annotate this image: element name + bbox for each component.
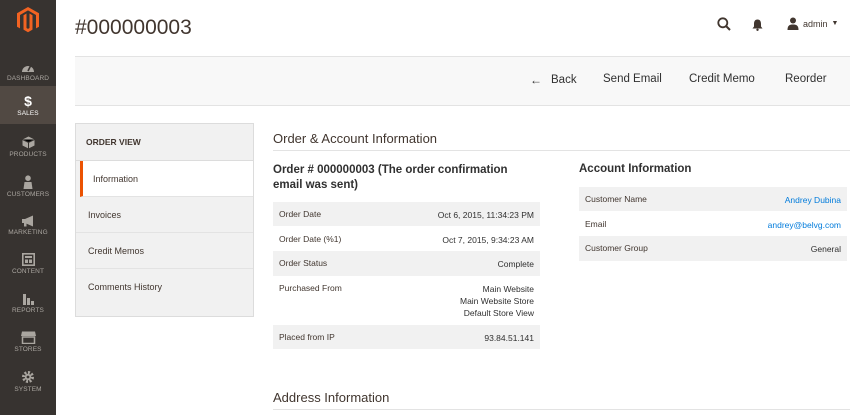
layout-icon — [21, 253, 35, 266]
account-row-email: Email andrey@belvg.com — [579, 212, 847, 236]
nav-label: STORES — [14, 346, 42, 353]
nav-label: REPORTS — [11, 307, 44, 314]
nav-reports[interactable]: REPORTS — [0, 284, 56, 322]
row-value: Main Website Main Website Store Default … — [460, 283, 534, 319]
account-row-customer-group: Customer Group General — [579, 236, 847, 261]
row-value: Complete — [497, 259, 534, 269]
send-email-button[interactable]: Send Email — [603, 73, 662, 85]
credit-memo-button[interactable]: Credit Memo — [689, 73, 755, 85]
row-label: Customer Group — [585, 243, 648, 253]
row-label: Order Status — [279, 258, 328, 268]
nav-marketing[interactable]: MARKETING — [0, 206, 56, 244]
order-title: Order # 000000003 (The order confirmatio… — [273, 164, 508, 191]
section-divider — [273, 409, 850, 410]
order-row-purchased-from: Purchased From Main Website Main Website… — [273, 276, 540, 324]
cube-icon — [21, 136, 35, 149]
tab-information[interactable]: Information — [80, 161, 253, 197]
row-label: Placed from IP — [279, 332, 335, 342]
bar-chart-icon — [22, 294, 34, 305]
order-row-order-status: Order Status Complete — [273, 251, 540, 276]
megaphone-icon — [21, 215, 33, 226]
nav-content[interactable]: CONTENT — [0, 245, 56, 283]
row-value: Oct 7, 2015, 9:34:23 AM — [442, 235, 534, 245]
nav-system[interactable]: SYSTEM — [0, 362, 56, 400]
account-row-customer-name: Customer Name Andrey Dubina — [579, 187, 847, 211]
order-row-order-date: Order Date Oct 6, 2015, 11:34:23 PM — [273, 202, 540, 226]
row-value: 93.84.51.141 — [484, 333, 534, 343]
nav-label: SYSTEM — [14, 385, 42, 393]
section-title-order-account: Order & Account Information — [273, 131, 438, 146]
row-label: Order Date (%1) — [279, 234, 342, 244]
row-label: Purchased From — [279, 283, 342, 293]
account-info-title: Account Information — [579, 163, 692, 175]
notifications-button[interactable] — [752, 18, 763, 36]
chevron-down-icon: ▼ — [831, 20, 839, 27]
customer-email-link[interactable]: andrey@belvg.com — [768, 219, 841, 231]
nav-label: PRODUCTS — [9, 151, 47, 158]
row-value: Oct 6, 2015, 11:34:23 PM — [437, 210, 534, 220]
global-search-button[interactable] — [717, 17, 731, 36]
order-row-placed-from-ip: Placed from IP 93.84.51.141 — [273, 325, 540, 349]
order-view-tabs: ORDER VIEW Information Invoices Credit M… — [75, 123, 254, 317]
magento-logo[interactable] — [0, 0, 56, 40]
person-icon — [23, 174, 33, 189]
arrow-left-icon: ← — [530, 73, 542, 87]
back-button-label: Back — [551, 74, 577, 86]
magento-logo-icon — [17, 7, 39, 33]
tab-comments-history[interactable]: Comments History — [76, 269, 253, 305]
purchased-from-line: Default Store View — [463, 308, 534, 318]
nav-label: CUSTOMERS — [6, 190, 50, 198]
admin-sidebar: DASHBOARD $ SALES PRODUCTS CUSTOMERS MAR… — [0, 0, 56, 415]
dollar-icon: $ — [24, 92, 32, 109]
row-label: Order Date — [279, 209, 322, 219]
nav-stores[interactable]: STORES — [0, 323, 56, 361]
dashboard-icon — [22, 64, 34, 72]
nav-label: MARKETING — [8, 228, 48, 236]
section-divider — [273, 150, 850, 151]
section-title-address: Address Information — [273, 390, 390, 405]
nav-customers[interactable]: CUSTOMERS — [0, 167, 56, 205]
nav-label: CONTENT — [11, 268, 45, 275]
user-icon — [787, 17, 799, 30]
nav-products[interactable]: PRODUCTS — [0, 128, 56, 166]
bell-icon — [752, 19, 763, 31]
row-label: Customer Name — [585, 194, 647, 204]
gear-icon — [22, 370, 34, 383]
back-button[interactable]: ← Back — [530, 73, 577, 87]
nav-label: DASHBOARD — [6, 74, 50, 82]
page-actions-bar: ← Back Send Email Credit Memo Reorder — [75, 56, 850, 106]
tab-credit-memos[interactable]: Credit Memos — [76, 233, 253, 269]
store-icon — [20, 331, 36, 344]
customer-name-link[interactable]: Andrey Dubina — [785, 194, 841, 206]
page-title: #000000003 — [75, 16, 192, 39]
tabs-heading: ORDER VIEW — [76, 124, 253, 161]
order-row-order-date-local: Order Date (%1) Oct 7, 2015, 9:34:23 AM — [273, 227, 540, 251]
nav-dashboard[interactable]: DASHBOARD — [0, 52, 56, 90]
row-value: General — [810, 244, 841, 254]
purchased-from-line: Main Website Store — [459, 296, 534, 306]
purchased-from-line: Main Website — [482, 284, 534, 294]
tab-invoices[interactable]: Invoices — [76, 197, 253, 233]
nav-sales[interactable]: $ SALES — [0, 86, 56, 124]
admin-username: admin — [803, 18, 828, 29]
admin-user-menu[interactable]: admin ▼ — [787, 17, 838, 30]
row-label: Email — [585, 219, 607, 229]
search-icon — [717, 17, 731, 31]
nav-label: SALES — [17, 109, 39, 117]
reorder-button[interactable]: Reorder — [785, 73, 827, 85]
